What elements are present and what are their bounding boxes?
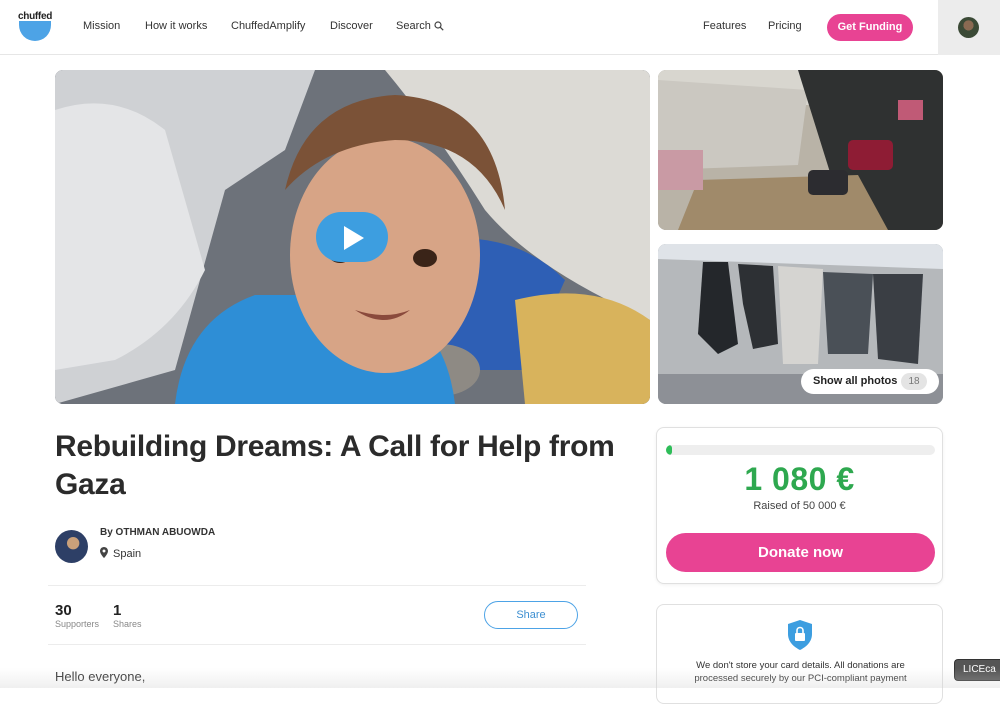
shares-count: 1 bbox=[113, 602, 122, 619]
play-video-button[interactable] bbox=[316, 212, 388, 262]
funding-progress-bar bbox=[666, 445, 935, 455]
shield-lock-icon bbox=[788, 620, 812, 650]
raised-amount: 1 080 € bbox=[744, 461, 855, 497]
user-avatar[interactable] bbox=[958, 17, 979, 38]
logo-circle-icon bbox=[19, 21, 51, 41]
gallery-photo-1[interactable] bbox=[658, 70, 943, 230]
nav-discover[interactable]: Discover bbox=[330, 20, 373, 32]
campaign-video-thumbnail[interactable] bbox=[55, 70, 650, 404]
campaign-title: Rebuilding Dreams: A Call for Help from … bbox=[55, 430, 615, 501]
author-avatar[interactable] bbox=[55, 530, 88, 563]
campaign-story-text: Hello everyone, bbox=[55, 669, 146, 684]
raised-goal: Raised of 50 000 € bbox=[753, 500, 846, 512]
show-all-photos-button[interactable]: Show all photos 18 bbox=[801, 369, 939, 394]
funding-progress-fill bbox=[666, 445, 672, 455]
chuffed-logo[interactable]: chuffed bbox=[18, 11, 52, 43]
logo-text: chuffed bbox=[18, 11, 53, 22]
get-funding-button[interactable]: Get Funding bbox=[827, 14, 913, 41]
nav-mission[interactable]: Mission bbox=[83, 20, 120, 32]
play-icon bbox=[344, 226, 364, 250]
gallery-photo-1-image bbox=[658, 70, 943, 230]
show-all-photos-label: Show all photos bbox=[813, 375, 898, 387]
supporters-label: Supporters bbox=[55, 619, 100, 629]
funding-card: 1 080 € Raised of 50 000 € Donate now bbox=[656, 427, 943, 584]
nav-how-it-works[interactable]: How it works bbox=[145, 20, 207, 32]
location-text: Spain bbox=[113, 548, 142, 560]
nav-chuffed-amplify[interactable]: ChuffedAmplify bbox=[231, 20, 305, 32]
shares-label: Shares bbox=[113, 619, 142, 629]
top-nav-bar: chuffed Mission How it works ChuffedAmpl… bbox=[0, 0, 1000, 55]
location-pin-icon bbox=[100, 547, 108, 558]
share-button[interactable]: Share bbox=[484, 601, 578, 629]
author-location: Spain bbox=[100, 547, 141, 560]
security-card: We don't store your card details. All do… bbox=[656, 604, 943, 704]
divider bbox=[48, 644, 586, 645]
supporters-count: 30 bbox=[55, 602, 72, 619]
security-notice: We don't store your card details. All do… bbox=[694, 660, 907, 684]
photo-count-badge: 18 bbox=[901, 373, 927, 390]
nav-search[interactable]: Search bbox=[396, 20, 431, 32]
search-icon[interactable] bbox=[434, 21, 444, 31]
user-menu[interactable] bbox=[938, 0, 1000, 55]
divider bbox=[48, 585, 586, 586]
author-name[interactable]: By OTHMAN ABUOWDA bbox=[100, 527, 215, 538]
nav-pricing[interactable]: Pricing bbox=[768, 20, 802, 32]
donate-now-button[interactable]: Donate now bbox=[666, 533, 935, 572]
floating-tooltip: LICEca bbox=[954, 659, 1000, 681]
nav-features[interactable]: Features bbox=[703, 20, 746, 32]
